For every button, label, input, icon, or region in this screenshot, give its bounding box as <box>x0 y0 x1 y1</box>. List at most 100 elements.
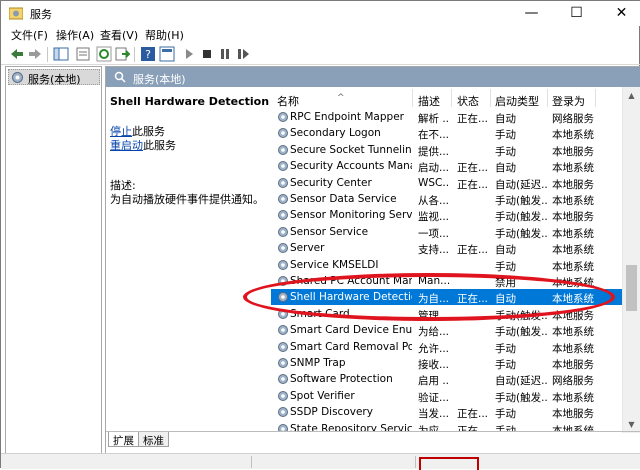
restart-icon[interactable] <box>235 46 251 62</box>
service-name: Security Center <box>290 176 372 189</box>
service-startup-type: 手动 <box>495 145 516 158</box>
properties-icon[interactable] <box>75 46 91 62</box>
service-status: 正在... <box>457 408 489 421</box>
column-status[interactable]: 状态 <box>457 93 479 109</box>
services-pane: 服务(本地) Shell Hardware Detection 停止此服务 重启… <box>105 66 640 462</box>
scroll-thumb[interactable] <box>626 265 637 311</box>
service-row[interactable]: Server 支持... 正在... 自动 本地系统 <box>271 240 625 256</box>
service-description: 一项... <box>418 227 450 240</box>
restart-link[interactable]: 重启动 <box>110 139 143 152</box>
gear-icon <box>12 72 23 83</box>
window-title: 服务 <box>30 8 52 21</box>
menu-action[interactable]: 操作(A) <box>56 27 94 43</box>
service-startup-type: 自动(延迟... <box>495 375 547 388</box>
gear-icon <box>278 226 288 237</box>
service-row[interactable]: Service KMSELDI 手动 本地系统 <box>271 257 625 273</box>
service-row[interactable]: Smart Card Removal Poli... 允许... 手动 本地系统 <box>271 339 625 355</box>
service-startup-type: 手动 <box>495 359 516 371</box>
toolbar-separator <box>134 47 135 62</box>
service-row[interactable]: SSDP Discovery 当发... 正在... 手动 本地服务 <box>271 404 625 420</box>
column-logon-as[interactable]: 登录为 <box>552 93 585 109</box>
column-divider[interactable] <box>451 89 452 107</box>
pause-icon[interactable] <box>217 46 233 62</box>
pane-header: 服务(本地) <box>106 67 640 87</box>
service-description: 提供... <box>418 145 450 158</box>
start-icon[interactable] <box>181 46 197 62</box>
service-row[interactable]: Secondary Logon 在不... 手动 本地系统 <box>271 125 625 141</box>
tab-standard[interactable]: 标准 <box>138 432 169 447</box>
column-startup-type[interactable]: 启动类型 <box>495 93 539 109</box>
refresh-icon[interactable] <box>96 46 112 62</box>
menu-bar: 文件(F) 操作(A) 查看(V) 帮助(H) <box>1 26 640 43</box>
service-status: 正在... <box>457 424 489 431</box>
service-startup-type: 自动(延迟... <box>495 178 547 191</box>
console-tree-icon[interactable] <box>53 46 69 62</box>
service-logon-as: 网络服务 <box>552 113 594 125</box>
menu-help[interactable]: 帮助(H) <box>145 27 184 43</box>
pane-header-title: 服务(本地) <box>133 73 186 86</box>
service-startup-type: 手动 <box>495 342 516 355</box>
minimize-button[interactable]: — <box>509 1 554 26</box>
service-description: 监视... <box>418 211 450 224</box>
help-icon[interactable]: ? <box>140 46 156 62</box>
column-divider[interactable] <box>490 89 491 107</box>
service-name: Smart Card Removal Poli... <box>290 340 412 353</box>
service-logon-as: 本地系统 <box>552 195 594 207</box>
forward-icon[interactable] <box>27 46 43 62</box>
gear-icon <box>278 407 288 418</box>
service-row[interactable]: Security Accounts Manag... 启动... 正在... 自动 本地… <box>271 158 625 174</box>
service-description: WSC... <box>418 176 450 189</box>
vertical-scrollbar[interactable]: ▲ ▼ <box>622 87 640 433</box>
column-divider[interactable] <box>547 89 548 107</box>
service-description: 从各... <box>418 195 450 207</box>
toolbar-separator <box>47 47 48 62</box>
service-row[interactable]: Sensor Monitoring Service 监视... 手动(触发... 本地… <box>271 207 625 223</box>
scroll-up-arrow-icon[interactable]: ▲ <box>623 87 640 104</box>
service-description: 接收... <box>418 359 450 371</box>
service-logon-as: 本地系统 <box>552 424 594 431</box>
close-button[interactable]: ✕ <box>599 1 640 26</box>
annotation-mark <box>419 457 479 470</box>
service-name: Secondary Logon <box>290 127 381 140</box>
column-divider[interactable] <box>412 89 413 107</box>
service-logon-as: 本地系统 <box>552 244 594 257</box>
service-name: Security Accounts Manag... <box>290 160 412 173</box>
service-row[interactable]: Secure Socket Tunneling ... 提供... 手动 本地服务 <box>271 142 625 158</box>
service-logon-as: 网络服务 <box>552 375 594 388</box>
service-description: 在不... <box>418 129 450 142</box>
view-icon[interactable] <box>159 46 175 62</box>
description-text: 为自动播放硬件事件提供通知。 <box>110 193 264 206</box>
service-row[interactable]: Sensor Service 一项... 手动(触发... 本地系统 <box>271 224 625 240</box>
service-startup-type: 手动(触发... <box>495 227 547 240</box>
column-divider[interactable] <box>595 89 596 107</box>
service-description: 为应... <box>418 424 450 431</box>
service-row[interactable]: Smart Card Device Enum... 为给... 手动(触发... 本地… <box>271 322 625 338</box>
service-row[interactable]: Software Protection 启用 ... 自动(延迟... 网络服务 <box>271 371 625 387</box>
menu-file[interactable]: 文件(F) <box>11 27 48 43</box>
stop-icon[interactable] <box>199 46 215 62</box>
service-startup-type: 手动 <box>495 129 516 142</box>
export-icon[interactable] <box>114 46 130 62</box>
service-row[interactable]: Security Center WSC... 正在... 自动(延迟... 本地服务 <box>271 175 625 191</box>
service-row[interactable]: Sensor Data Service 从各... 手动(触发... 本地系统 <box>271 191 625 207</box>
service-logon-as: 本地服务 <box>552 359 594 371</box>
service-row[interactable]: State Repository Service 为应... 正在... 手动 本地系统 <box>271 421 625 431</box>
service-row[interactable]: SNMP Trap 接收... 手动 本地服务 <box>271 355 625 371</box>
gear-icon <box>278 177 288 188</box>
menu-view[interactable]: 查看(V) <box>100 27 138 43</box>
service-startup-type: 自动 <box>495 244 516 257</box>
service-row[interactable]: RPC Endpoint Mapper 解析 ... 正在... 自动 网络服务 <box>271 109 625 125</box>
service-logon-as: 本地系统 <box>552 260 594 273</box>
tab-extended[interactable]: 扩展 <box>108 432 139 447</box>
service-row[interactable]: Spot Verifier 验证... 手动(触发... 本地系统 <box>271 388 625 404</box>
service-startup-type: 手动 <box>495 424 516 431</box>
service-name: Sensor Service <box>290 225 369 238</box>
back-icon[interactable] <box>9 46 25 62</box>
column-description[interactable]: 描述 <box>418 93 440 109</box>
column-name[interactable]: 名称 <box>277 93 299 109</box>
gear-icon <box>278 243 288 254</box>
restart-service-action: 重启动此服务 <box>110 137 176 153</box>
maximize-button[interactable]: ☐ <box>554 1 599 26</box>
service-name: Software Protection <box>290 373 393 386</box>
tree-item-services-local[interactable]: 服务(本地) <box>8 69 100 86</box>
